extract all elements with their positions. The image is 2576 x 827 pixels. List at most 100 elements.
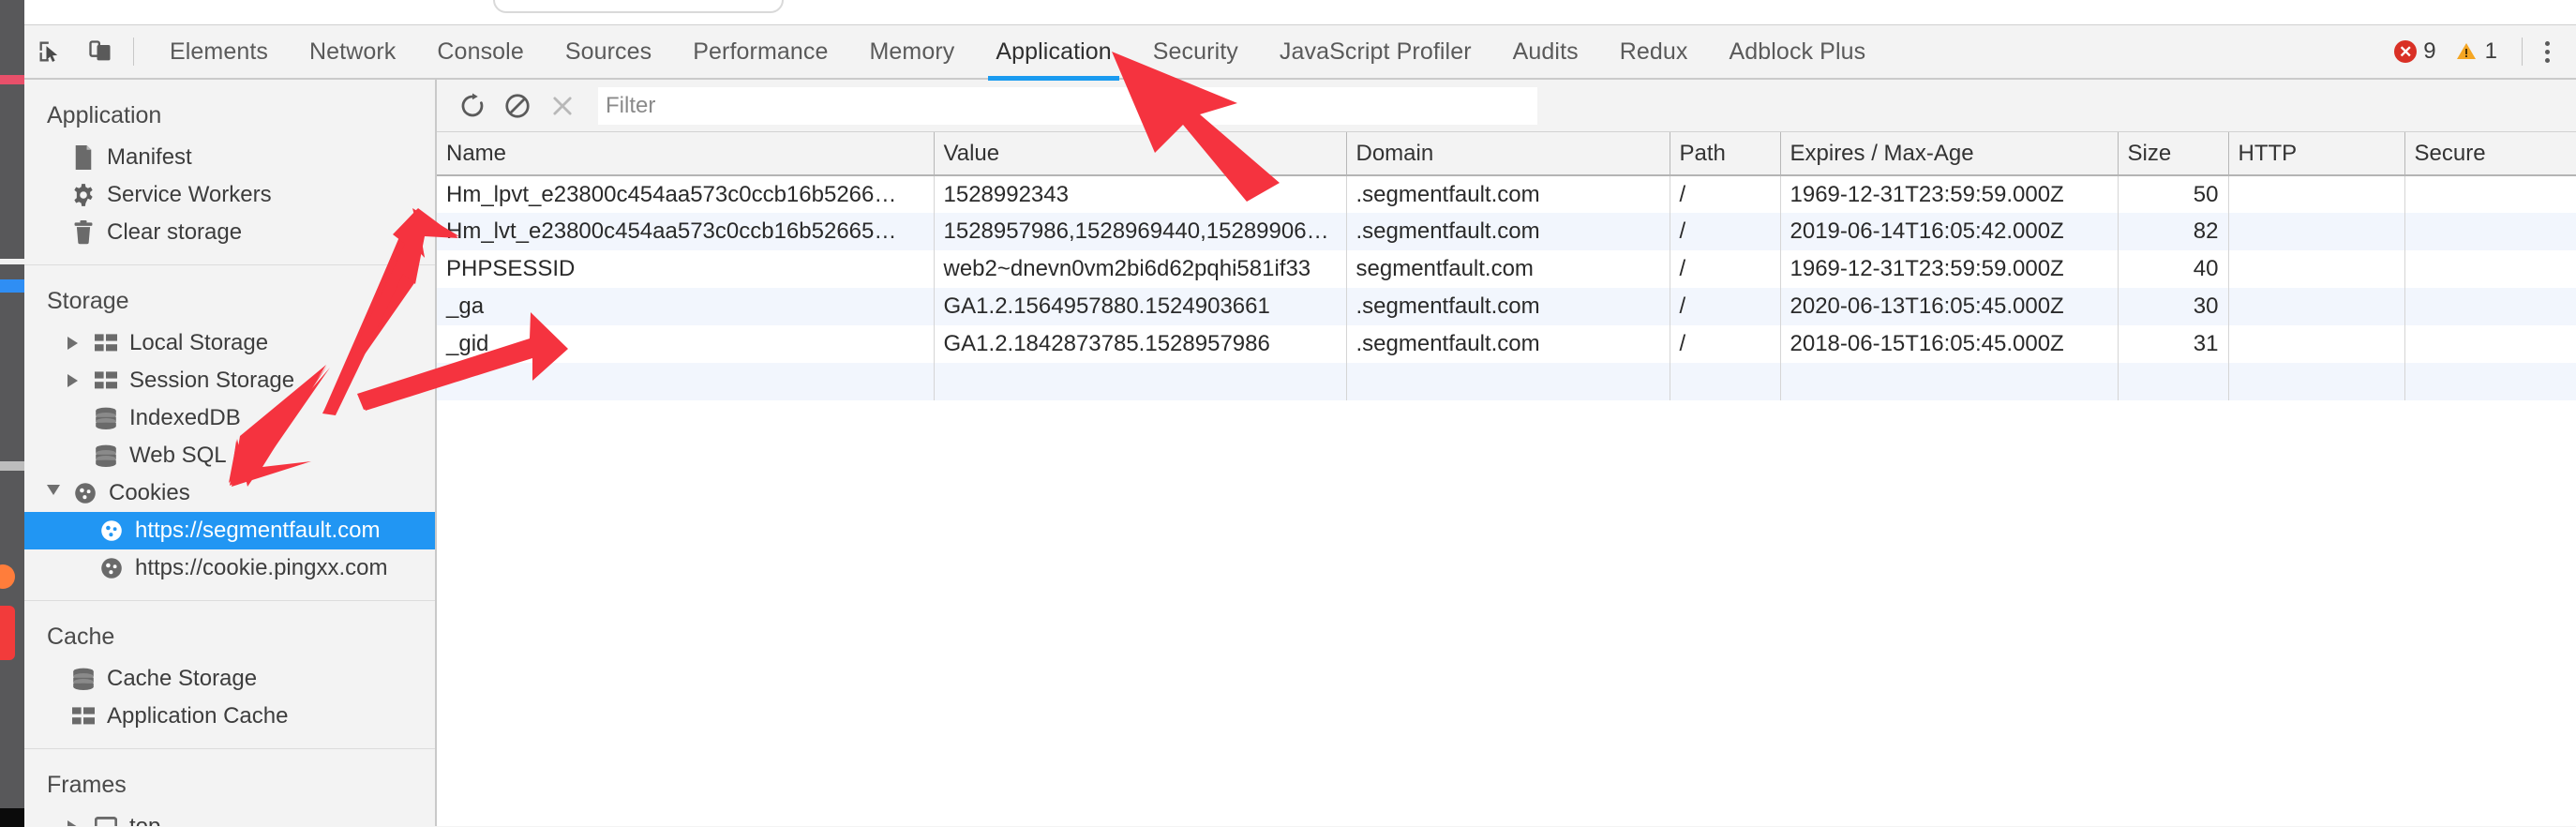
tab-performance[interactable]: Performance [672, 24, 848, 79]
sidebar-item-service-workers[interactable]: Service Workers [24, 176, 435, 214]
sidebar-item-label: https://segmentfault.com [135, 518, 381, 543]
sidebar-item-manifest[interactable]: Manifest [24, 139, 435, 176]
sidebar-item-session-storage[interactable]: Session Storage [24, 362, 435, 399]
sidebar-item-web-sql[interactable]: Web SQL [24, 437, 435, 474]
cell-http [2228, 325, 2405, 363]
issue-counters[interactable]: ✕ 9 1 [2394, 38, 2509, 65]
table-row[interactable]: Hm_lvt_e23800c454aa573c0ccb16b52665… 152… [437, 213, 2576, 250]
cell-path: / [1670, 250, 1781, 288]
sidebar-item-label: Service Workers [107, 182, 272, 207]
cell-value: 1528992343 [934, 175, 1347, 213]
cell-http [2228, 213, 2405, 250]
page-strip-accent-red [0, 606, 15, 660]
sidebar-item-clear-storage[interactable]: Clear storage [24, 214, 435, 251]
cell-secure [2404, 363, 2576, 400]
chevron-right-icon[interactable] [67, 820, 90, 826]
refresh-icon[interactable] [450, 83, 495, 128]
chevron-right-icon[interactable] [67, 337, 90, 350]
delete-selected-icon[interactable] [540, 83, 585, 128]
cookie-icon [96, 557, 127, 579]
table-icon [90, 371, 122, 390]
cell-value: GA1.2.1842873785.1528957986 [934, 325, 1347, 363]
sidebar-section-frames: Frames top [24, 749, 435, 826]
sidebar-item-local-storage[interactable]: Local Storage [24, 324, 435, 362]
column-header-path[interactable]: Path [1670, 132, 1781, 176]
cookies-panel: Name Value Domain Path Expires / Max-Age… [437, 80, 2576, 826]
sidebar-item-cookies-segmentfault[interactable]: https://segmentfault.com [24, 512, 435, 549]
tab-security[interactable]: Security [1132, 24, 1259, 79]
cell-size: 82 [2118, 213, 2229, 250]
clear-all-cookies-icon[interactable] [495, 83, 540, 128]
chevron-down-icon[interactable] [47, 485, 69, 502]
sidebar-item-label: Web SQL [129, 443, 227, 468]
column-header-domain[interactable]: Domain [1346, 132, 1670, 176]
column-header-size[interactable]: Size [2118, 132, 2229, 176]
sidebar-item-cache-storage[interactable]: Cache Storage [24, 660, 435, 698]
table-row[interactable]: _ga GA1.2.1564957880.1524903661 .segment… [437, 288, 2576, 325]
tab-redux[interactable]: Redux [1599, 24, 1709, 79]
filter-input[interactable] [598, 86, 1537, 125]
tab-memory[interactable]: Memory [848, 24, 975, 79]
tab-label: Redux [1619, 38, 1688, 65]
sidebar-section-title: Application [47, 102, 162, 128]
page-strip-bottom [0, 808, 24, 827]
sidebar-item-indexeddb[interactable]: IndexedDB [24, 399, 435, 437]
sidebar-item-cookies[interactable]: Cookies [24, 474, 435, 512]
tab-sources[interactable]: Sources [545, 24, 672, 79]
tab-application[interactable]: Application [975, 24, 1131, 81]
column-header-secure[interactable]: Secure [2404, 132, 2576, 176]
devtools-body: Application Manifest Service Workers Cle… [24, 80, 2576, 826]
tab-adblock-plus[interactable]: Adblock Plus [1709, 24, 1887, 79]
cell-http [2228, 175, 2405, 213]
cell-value: web2~dnevn0vm2bi6d62pqhi581if33 [934, 250, 1347, 288]
cell-expires: 2020-06-13T16:05:45.000Z [1780, 288, 2119, 325]
sidebar-item-label: IndexedDB [129, 405, 241, 430]
device-toolbar-icon[interactable] [75, 24, 126, 79]
table-icon [67, 707, 99, 726]
screenshot-root: Elements Network Console Sources Perform… [0, 0, 2576, 827]
cell-secure [2404, 213, 2576, 250]
sidebar-item-application-cache[interactable]: Application Cache [24, 698, 435, 735]
column-header-value[interactable]: Value [934, 132, 1347, 176]
cell-secure [2404, 250, 2576, 288]
column-header-expires[interactable]: Expires / Max-Age [1780, 132, 2119, 176]
chevron-right-icon[interactable] [67, 374, 90, 387]
cell-name: Hm_lvt_e23800c454aa573c0ccb16b52665… [437, 213, 935, 250]
document-icon [67, 145, 99, 170]
toolbar-divider [133, 38, 134, 66]
inspect-element-icon[interactable] [24, 24, 75, 79]
sidebar-item-cookies-pingxx[interactable]: https://cookie.pingxx.com [24, 549, 435, 587]
table-row[interactable] [437, 363, 2576, 400]
sidebar-item-label: top [129, 814, 160, 826]
tab-elements[interactable]: Elements [149, 24, 289, 79]
page-content-strip [0, 0, 24, 827]
tab-network[interactable]: Network [289, 24, 416, 79]
cookies-table-container[interactable]: Name Value Domain Path Expires / Max-Age… [437, 132, 2576, 826]
cell-name: _ga [437, 288, 935, 325]
cell-domain: .segmentfault.com [1346, 288, 1670, 325]
sidebar-item-label: Session Storage [129, 368, 295, 393]
table-row[interactable]: PHPSESSID web2~dnevn0vm2bi6d62pqhi581if3… [437, 250, 2576, 288]
cell-secure [2404, 288, 2576, 325]
sidebar-section-title: Frames [47, 772, 127, 798]
cell-name: _gid [437, 325, 935, 363]
tab-console[interactable]: Console [416, 24, 544, 79]
cell-path: / [1670, 325, 1781, 363]
cell-domain: .segmentfault.com [1346, 213, 1670, 250]
table-row[interactable]: _gid GA1.2.1842873785.1528957986 .segmen… [437, 325, 2576, 363]
page-strip-accent-white [0, 259, 24, 264]
warning-icon [2456, 43, 2476, 59]
column-header-name[interactable]: Name [437, 132, 935, 176]
sidebar-item-label: Manifest [107, 144, 192, 170]
tab-javascript-profiler[interactable]: JavaScript Profiler [1259, 24, 1492, 79]
column-header-http[interactable]: HTTP [2228, 132, 2405, 176]
tab-label: Memory [869, 38, 955, 65]
kebab-menu-icon[interactable] [2539, 36, 2555, 68]
table-header-row: Name Value Domain Path Expires / Max-Age… [437, 132, 2576, 176]
sidebar-item-frame-top[interactable]: top [24, 808, 435, 826]
tab-label: Sources [564, 38, 652, 65]
table-row[interactable]: Hm_lpvt_e23800c454aa573c0ccb16b5266… 152… [437, 175, 2576, 213]
tab-audits[interactable]: Audits [1492, 24, 1599, 79]
gear-icon [67, 183, 99, 207]
panel-tabs: Elements Network Console Sources Perform… [149, 24, 1887, 81]
